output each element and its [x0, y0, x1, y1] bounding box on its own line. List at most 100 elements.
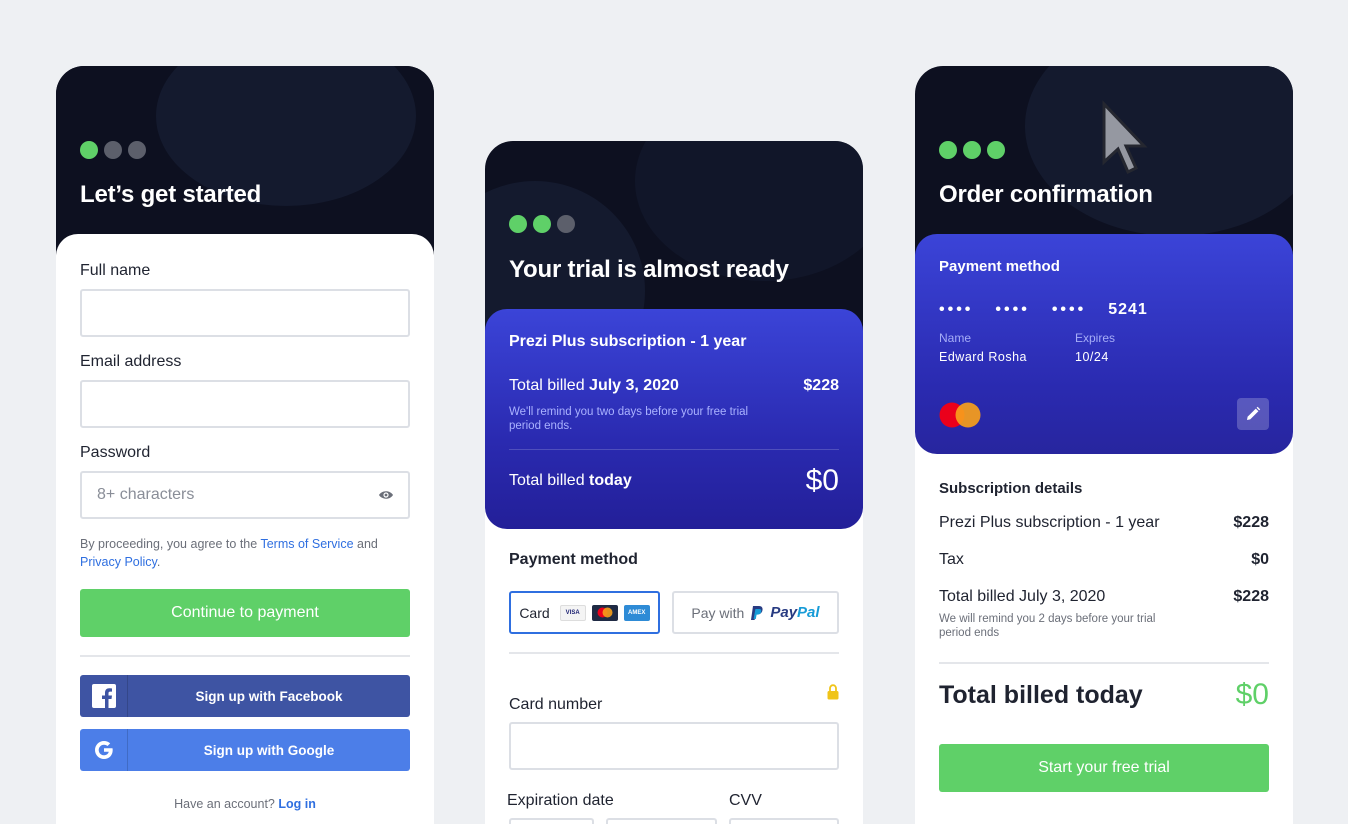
- billed-date: July 3, 2020: [589, 377, 679, 394]
- billed-prefix: Total billed: [509, 377, 590, 394]
- step-dot-2: [533, 215, 551, 233]
- step-dot-3: [987, 141, 1005, 159]
- google-signup-button[interactable]: Sign up with Google: [80, 729, 410, 771]
- payment-method-title: Payment method: [939, 258, 1060, 275]
- card-number-masked: •••• •••• •••• 5241: [939, 301, 1269, 319]
- plan-name: Prezi Plus subscription - 1 year: [509, 333, 747, 350]
- total-today-label: Total billed today: [939, 680, 1143, 709]
- payment-form: Payment method Card VISA AMEX Pay with P…: [485, 529, 863, 824]
- continue-to-payment-button[interactable]: Continue to payment: [80, 589, 410, 637]
- page-title: Let’s get started: [80, 181, 262, 208]
- full-name-input[interactable]: [80, 289, 410, 337]
- subscription-details: Subscription details Prezi Plus subscrip…: [915, 454, 1293, 792]
- cvv-label: CVV: [729, 792, 762, 809]
- total-today-value: $0: [1235, 678, 1269, 711]
- divider: [939, 662, 1269, 664]
- terms-and: and: [353, 537, 378, 551]
- paypal-logo-b: Pal: [797, 604, 820, 621]
- password-input[interactable]: 8+ characters: [80, 471, 410, 519]
- password-label: Password: [80, 444, 151, 461]
- card-last4: 5241: [1108, 301, 1148, 318]
- facebook-signup-label: Sign up with Facebook: [195, 688, 343, 704]
- email-input[interactable]: [80, 380, 410, 428]
- mastercard-icon: [591, 604, 618, 621]
- expires-label: Expires: [1075, 331, 1116, 345]
- card-number-label: Card number: [509, 696, 603, 713]
- terms-link[interactable]: Terms of Service: [260, 537, 353, 551]
- masked-group-3: ••••: [1051, 301, 1087, 318]
- privacy-link[interactable]: Privacy Policy: [80, 555, 157, 569]
- detail-row: Total billed July 3, 2020 $228: [939, 588, 1269, 606]
- step-dot-2: [104, 141, 122, 159]
- visa-icon: VISA: [559, 604, 586, 621]
- detail-value: $0: [1251, 551, 1269, 568]
- expiry-month-input[interactable]: [509, 818, 594, 824]
- lock-icon: [827, 684, 839, 700]
- email-label: Email address: [80, 353, 182, 370]
- detail-row: Prezi Plus subscription - 1 year $228: [939, 514, 1269, 532]
- step-dot-3: [128, 141, 146, 159]
- paypal-icon: [751, 605, 763, 620]
- step-dot-2: [963, 141, 981, 159]
- name-label: Name: [939, 331, 972, 345]
- expiration-label: Expiration date: [507, 792, 614, 809]
- login-link[interactable]: Log in: [278, 797, 316, 811]
- google-icon: [80, 729, 128, 771]
- expiry-cvv-inputs: [509, 818, 839, 824]
- card-number-input[interactable]: [509, 722, 839, 770]
- step-indicator: [509, 215, 575, 233]
- signup-form: Full name Email address Password 8+ char…: [56, 234, 434, 824]
- password-placeholder: 8+ characters: [97, 486, 195, 503]
- step-dot-3: [557, 215, 575, 233]
- start-free-trial-button[interactable]: Start your free trial: [939, 744, 1269, 792]
- card-name-block: Name Edward Rosha: [939, 331, 1027, 364]
- expiry-cvv-labels: Expiration date CVV: [507, 792, 839, 810]
- signup-screen: Let’s get started Full name Email addres…: [56, 66, 434, 824]
- have-account-text: Have an account?: [174, 797, 279, 811]
- billed-label: Total billed July 3, 2020: [509, 377, 679, 395]
- card-divider: [509, 449, 839, 450]
- today-amount: $0: [805, 464, 839, 497]
- edit-payment-button[interactable]: [1237, 398, 1269, 430]
- card-option[interactable]: Card VISA AMEX: [509, 591, 660, 634]
- card-option-label: Card: [519, 604, 550, 621]
- card-number-row: Card number: [509, 684, 839, 714]
- pencil-icon: [1247, 406, 1261, 420]
- subscription-title: Subscription details: [939, 480, 1083, 497]
- cvv-input[interactable]: [729, 818, 839, 824]
- step-dot-1: [80, 141, 98, 159]
- paypal-prefix: Pay with: [691, 604, 745, 621]
- detail-label: Tax: [939, 551, 964, 568]
- eye-icon[interactable]: [378, 488, 394, 502]
- step-indicator: [80, 141, 146, 159]
- paypal-logo: PayPal: [770, 604, 819, 621]
- expiry-year-input[interactable]: [605, 818, 718, 824]
- payment-options: Card VISA AMEX Pay with PayPal: [509, 591, 839, 634]
- facebook-signup-button[interactable]: Sign up with Facebook: [80, 675, 410, 717]
- payment-method-card: Payment method •••• •••• •••• 5241 Name …: [915, 234, 1293, 454]
- terms-prefix: By proceeding, you agree to the: [80, 537, 261, 551]
- card-meta: Name Edward Rosha Expires 10/24: [939, 331, 1269, 364]
- card-expiry-block: Expires 10/24: [1075, 331, 1115, 364]
- detail-value: $228: [1233, 588, 1269, 605]
- paypal-option[interactable]: Pay with PayPal: [672, 591, 839, 634]
- google-signup-label: Sign up with Google: [203, 742, 335, 758]
- reminder-note: We will remind you 2 days before your tr…: [939, 613, 1156, 639]
- terms-suffix: .: [156, 555, 161, 569]
- step-dot-1: [939, 141, 957, 159]
- reminder-note: We'll remind you two days before your fr…: [509, 406, 749, 432]
- plan-summary-card: Prezi Plus subscription - 1 year Total b…: [485, 309, 863, 529]
- billed-row: Total billed July 3, 2020 $228: [509, 377, 839, 395]
- today-row: Total billed today $0: [509, 464, 839, 498]
- signup-header: Let’s get started: [56, 66, 434, 256]
- detail-label: Prezi Plus subscription - 1 year: [939, 514, 1160, 531]
- facebook-icon: [80, 675, 128, 717]
- page-title: Order confirmation: [939, 181, 1153, 208]
- detail-value: $228: [1233, 514, 1269, 531]
- today-word: today: [589, 472, 632, 489]
- full-name-label: Full name: [80, 262, 151, 279]
- paypal-logo-a: Pay: [770, 604, 798, 621]
- amex-icon: AMEX: [623, 604, 650, 621]
- total-today-row: Total billed today $0: [939, 678, 1269, 712]
- trial-screen: Your trial is almost ready Prezi Plus su…: [485, 141, 863, 824]
